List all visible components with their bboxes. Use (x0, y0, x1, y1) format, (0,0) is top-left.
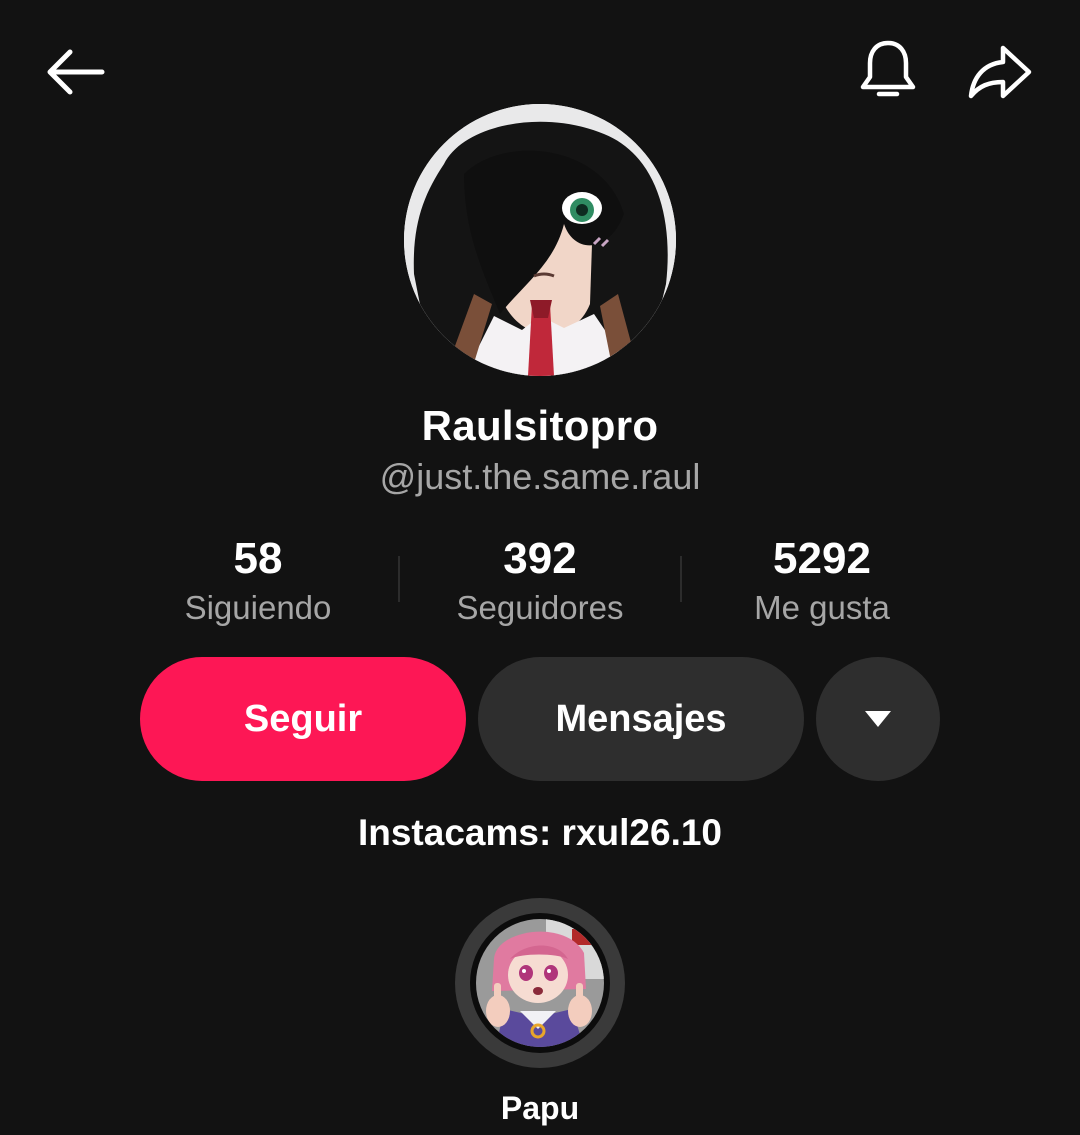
profile-avatar[interactable] (404, 104, 676, 376)
stat-following-label: Siguiendo (184, 589, 332, 626)
messages-button-label: Mensajes (555, 697, 727, 740)
notification-button[interactable] (852, 34, 924, 106)
stat-followers[interactable]: 392 Seguidores (390, 530, 690, 628)
profile-bio: Instacams: rxul26.10 (357, 812, 723, 853)
stat-likes[interactable]: 5292 Me gusta (672, 530, 972, 628)
follow-button[interactable]: Seguir (140, 657, 466, 781)
share-button[interactable] (962, 36, 1038, 108)
stat-following-count: 58 (233, 534, 283, 583)
more-options-button[interactable] (816, 657, 940, 781)
bell-icon (860, 40, 916, 97)
arrow-left-icon (47, 49, 105, 95)
avatar-image (404, 104, 676, 376)
stat-following[interactable]: 58 Siguiendo (108, 530, 408, 628)
story-highlight-ring (470, 913, 610, 1053)
story-highlight-label: Papu (500, 1090, 580, 1126)
story-highlight[interactable] (455, 898, 625, 1068)
stat-followers-count: 392 (503, 534, 577, 583)
stat-likes-count: 5292 (773, 534, 871, 583)
story-highlight-thumbnail (476, 919, 604, 1047)
stat-likes-label: Me gusta (754, 589, 890, 626)
messages-button[interactable]: Mensajes (478, 657, 804, 781)
username-handle: @just.the.same.raul (379, 456, 701, 497)
caret-down-icon (865, 711, 891, 727)
stat-followers-label: Seguidores (456, 589, 624, 626)
display-name: Raulsitopro (421, 402, 659, 449)
back-button[interactable] (38, 36, 110, 108)
share-arrow-icon (968, 45, 1032, 99)
follow-button-label: Seguir (243, 697, 363, 740)
